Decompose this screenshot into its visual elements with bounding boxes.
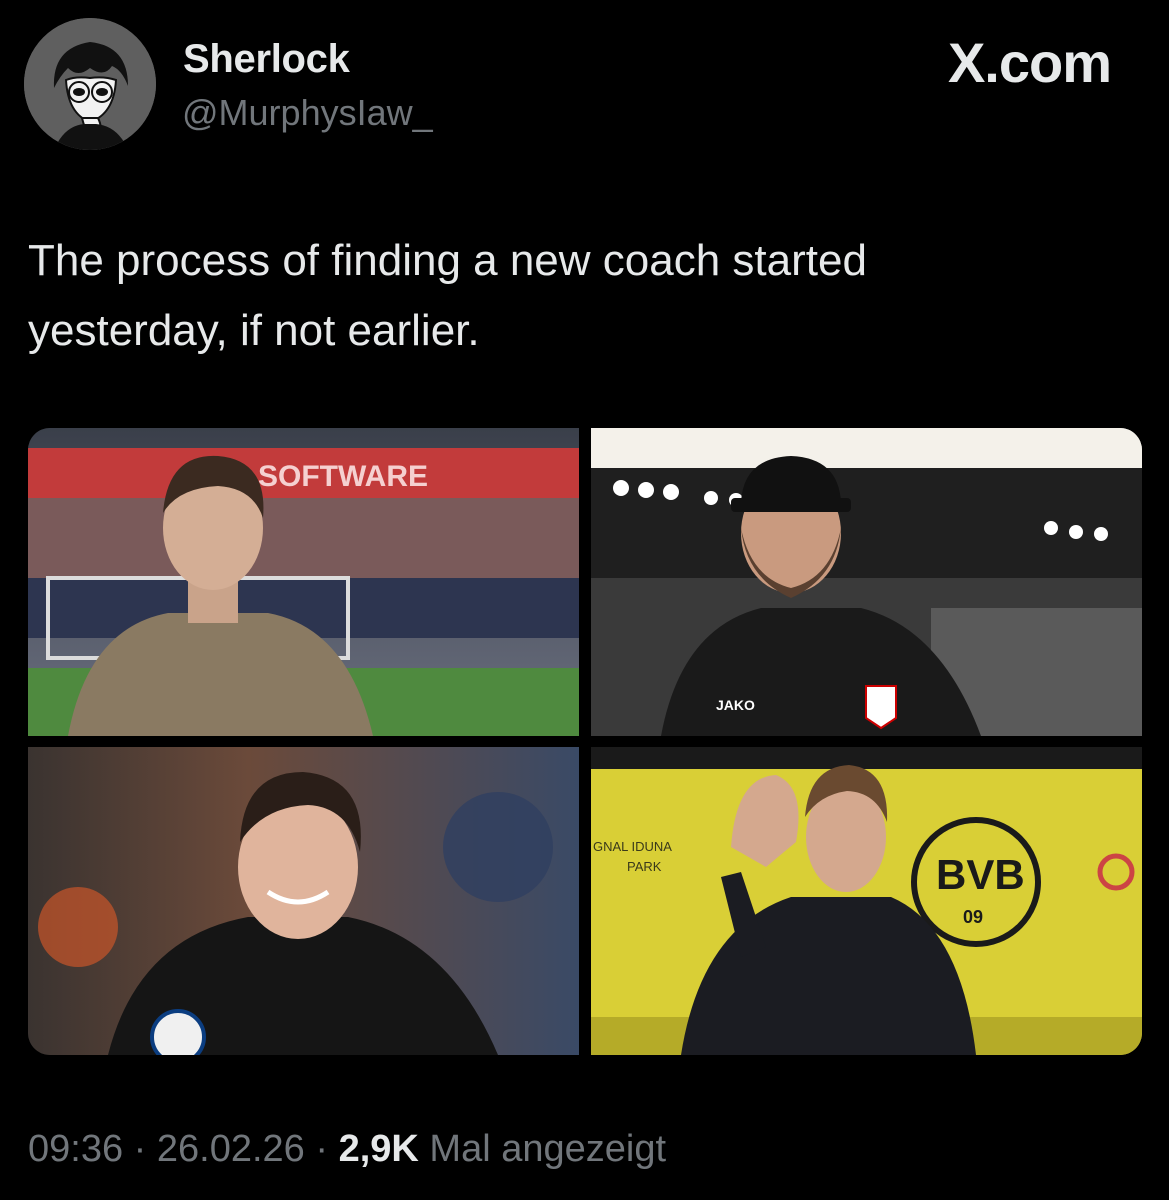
coach-photo-icon: GNAL IDUNA PARK BVB 09	[591, 747, 1142, 1055]
post-text-line-1: The process of finding a new coach start…	[28, 236, 867, 285]
brand-watermark: X.com	[947, 31, 1112, 94]
stadium-sign-text: GNAL IDUNA	[593, 839, 672, 854]
media-photo-2[interactable]: JAKO	[591, 428, 1142, 736]
post-date[interactable]: 26.02.26	[157, 1128, 305, 1170]
author-display-name[interactable]: Sherlock	[183, 37, 350, 82]
post-meta: 09:36 · 26.02.26 · 2,9K Mal angezeigt	[28, 1128, 666, 1171]
media-photo-4[interactable]: GNAL IDUNA PARK BVB 09	[591, 747, 1142, 1055]
media-grid: SOFTWARE JAKO GNAL IDUNA PARK BVB 09	[28, 428, 1142, 1055]
post-text-line-2: yesterday, if not earlier.	[28, 306, 480, 355]
post-text: The process of finding a new coach start…	[28, 226, 1128, 366]
jersey-sponsor-text: JAKO	[716, 697, 755, 713]
stadium-sign-text: SOFTWARE	[258, 460, 428, 493]
coach-photo-icon	[28, 747, 579, 1055]
meta-separator: ·	[304, 1128, 339, 1170]
views-count[interactable]: 2,9K	[339, 1128, 419, 1170]
bvb-badge-number: 09	[963, 907, 983, 927]
author-handle[interactable]: @MurphysIaw_	[182, 92, 433, 134]
bvb-badge-text: BVB	[936, 851, 1025, 898]
avatar[interactable]	[24, 18, 156, 150]
media-photo-3[interactable]	[28, 747, 579, 1055]
views-label: Mal angezeigt	[429, 1128, 667, 1170]
coach-photo-icon: SOFTWARE	[28, 428, 579, 736]
anime-detective-avatar-icon	[24, 18, 156, 150]
post-time[interactable]: 09:36	[28, 1128, 123, 1170]
coach-photo-icon: JAKO	[591, 428, 1142, 736]
media-photo-1[interactable]: SOFTWARE	[28, 428, 579, 736]
meta-separator: ·	[123, 1128, 157, 1170]
stadium-sign-text-2: PARK	[627, 859, 662, 874]
